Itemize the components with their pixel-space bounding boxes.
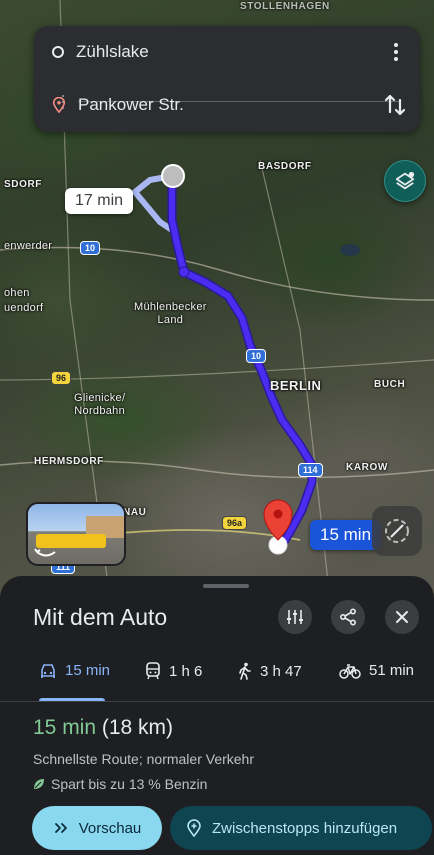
origin-marker (161, 164, 185, 188)
travel-mode-tabs: 15 min 1 h 6 3 h 47 51 min (0, 656, 434, 701)
transit-icon (146, 662, 160, 680)
map-label: enwerder (4, 240, 53, 252)
origin-field[interactable]: Zühlslake (52, 42, 149, 62)
bike-icon (339, 663, 361, 679)
directions-sheet: Mit dem Auto 15 min 1 h 6 3 h 47 51 min … (0, 576, 434, 855)
map-label: uendorf (4, 302, 44, 314)
map-label: NAU (123, 507, 147, 518)
road-shield: 96a (222, 516, 248, 530)
share-icon (339, 608, 357, 626)
tab-car[interactable]: 15 min (39, 662, 110, 679)
map-label: BASDORF (258, 161, 312, 172)
double-chevron-right-icon (54, 823, 67, 833)
main-route-time-label[interactable]: 15 min (310, 520, 382, 550)
add-location-icon (187, 819, 201, 837)
origin-text: Zühlslake (76, 42, 149, 61)
recenter-button[interactable] (372, 506, 422, 556)
alt-route-time-label[interactable]: 17 min (65, 188, 134, 214)
route-input-card: Zühlslake Pankower Str. (34, 26, 420, 132)
swap-icon[interactable] (382, 92, 408, 118)
add-stops-button-label: Zwischenstopps hinzufügen (212, 819, 398, 837)
map-label: STOLLENHAGEN (240, 1, 330, 12)
map-label: KAROW (346, 462, 388, 473)
location-pin-icon (52, 97, 66, 113)
map-label: HERMSDORF (34, 456, 104, 467)
destination-field[interactable]: Pankower Str. (52, 95, 184, 115)
tab-bike[interactable]: 51 min (339, 662, 414, 679)
summary-distance: (18 km) (101, 716, 174, 739)
rotate-360-icon (34, 548, 56, 557)
map-label: BUCH (374, 379, 406, 390)
tab-transit-label: 1 h 6 (169, 662, 203, 680)
preview-button-label: Vorschau (78, 819, 142, 837)
street-view-thumbnail[interactable] (26, 502, 126, 566)
map-label: BERLIN (270, 378, 322, 393)
more-options-button[interactable] (386, 40, 406, 64)
layers-icon (395, 171, 415, 190)
divider (0, 701, 434, 702)
sliders-icon (287, 610, 303, 624)
drag-handle[interactable] (203, 584, 249, 588)
route-description: Schnellste Route; normaler Verkehr (33, 751, 254, 767)
route-options-button[interactable] (278, 600, 312, 634)
summary-time: 15 min (33, 716, 97, 739)
compass-icon (385, 519, 409, 543)
map-label: Mühlenbecker Land (134, 301, 207, 326)
tab-walk[interactable]: 3 h 47 (238, 662, 302, 680)
sheet-title: Mit dem Auto (33, 604, 168, 630)
origin-circle-icon (52, 46, 64, 58)
share-button[interactable] (331, 600, 365, 634)
tab-car-label: 15 min (65, 662, 111, 679)
map-label: SDORF (4, 179, 42, 190)
car-icon (41, 663, 55, 678)
add-stops-button[interactable]: Zwischenstopps hinzufügen (170, 806, 432, 850)
close-icon (396, 611, 408, 623)
fuel-saving-text: Spart bis zu 13 % Benzin (51, 776, 208, 792)
walk-icon (239, 662, 251, 680)
close-button[interactable] (385, 600, 419, 634)
road-shield: 10 (246, 349, 267, 363)
leaf-icon (34, 779, 44, 789)
road-shield: 96 (51, 371, 72, 385)
road-shield: 114 (298, 463, 323, 477)
fuel-saving-info: Spart bis zu 13 % Benzin (33, 776, 207, 792)
map-label: Glienicke/ Nordbahn (74, 392, 126, 417)
layers-button[interactable] (384, 160, 426, 202)
preview-button[interactable]: Vorschau (32, 806, 162, 850)
map-label: ohen (4, 287, 30, 299)
destination-text: Pankower Str. (78, 95, 184, 114)
tab-walk-label: 3 h 47 (260, 662, 302, 680)
tab-transit[interactable]: 1 h 6 (145, 662, 202, 680)
route-summary[interactable]: 15 min (18 km) (33, 716, 173, 740)
road-shield: 10 (80, 241, 101, 255)
tab-bike-label: 51 min (369, 662, 415, 679)
main-route-line (169, 173, 315, 551)
